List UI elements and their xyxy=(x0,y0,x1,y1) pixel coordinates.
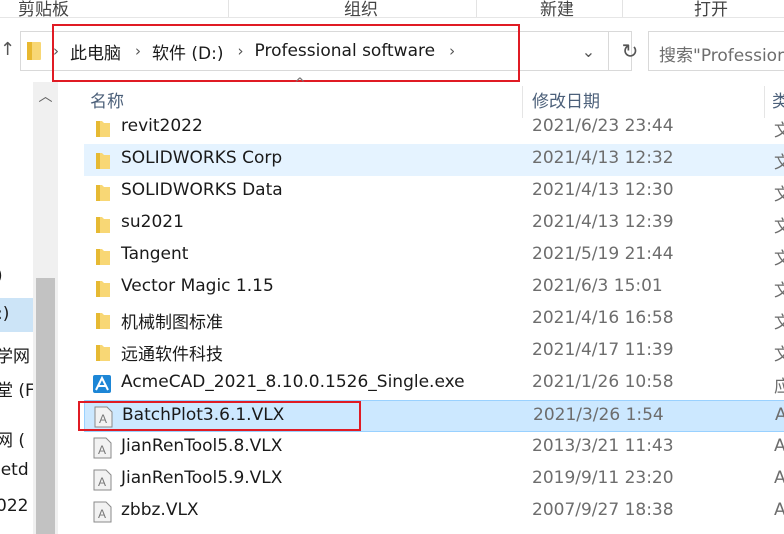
ribbon-group-organize: 组织 xyxy=(344,0,378,18)
folder-icon xyxy=(96,121,110,137)
ribbon-separator xyxy=(476,0,477,17)
folder-icon xyxy=(96,345,110,361)
file-type: 文 xyxy=(774,217,784,237)
ribbon-group-clipboard: 剪贴板 xyxy=(18,0,69,18)
acmecad-app-icon xyxy=(93,375,111,393)
file-modified-date: 2021/6/3 15:01 xyxy=(532,276,663,296)
scroll-up-icon[interactable]: ︿ xyxy=(33,86,58,106)
vlx-file-icon: A xyxy=(93,437,112,459)
file-type: A xyxy=(774,436,784,456)
svg-text:A: A xyxy=(98,475,106,489)
file-modified-date: 2013/3/21 11:43 xyxy=(532,436,674,456)
nav-item[interactable]: ) xyxy=(0,266,3,286)
file-row[interactable]: revit2022 2021/6/23 23:44 文 xyxy=(84,112,784,144)
search-input[interactable]: 搜索"Professional software" xyxy=(648,31,784,71)
nav-item[interactable]: ietd xyxy=(0,460,29,480)
search-placeholder: 搜索"Professional software" xyxy=(659,46,784,66)
address-history-dropdown-icon[interactable]: ⌄ xyxy=(569,32,609,70)
file-modified-date: 2021/4/17 11:39 xyxy=(532,340,674,360)
vlx-file-icon: A xyxy=(93,469,112,491)
file-type: A xyxy=(774,500,784,520)
file-name: SOLIDWORKS Corp xyxy=(121,148,283,168)
file-list: 名称 ^ 修改日期 类型 revit20222021/6/23 23:44文SO… xyxy=(58,76,784,534)
file-name: Tangent xyxy=(121,244,189,264)
file-name: Vector Magic 1.15 xyxy=(121,276,274,296)
file-row[interactable]: AcmeCAD_2021_8.10.0.1526_Single.exe 2021/… xyxy=(84,368,784,400)
file-row[interactable]: 远通软件科技 2021/4/17 11:39 文 xyxy=(84,336,784,368)
file-name: SOLIDWORKS Data xyxy=(121,180,283,200)
file-type: 文 xyxy=(774,185,784,205)
nav-scrollbar[interactable]: ︿ xyxy=(33,82,58,534)
file-modified-date: 2021/1/26 10:58 xyxy=(532,372,674,392)
file-modified-date: 2021/6/23 23:44 xyxy=(532,116,674,136)
file-row[interactable]: SOLIDWORKS Data 2021/4/13 12:30 文 xyxy=(84,176,784,208)
file-modified-date: 2021/4/13 12:30 xyxy=(532,180,674,200)
folder-icon xyxy=(27,42,41,60)
folder-icon xyxy=(96,185,110,201)
file-row[interactable]: Vector Magic 1.15 2021/6/3 15:01 文 xyxy=(84,272,784,304)
folder-icon xyxy=(96,249,110,265)
ribbon-group-open: 打开 xyxy=(694,0,728,18)
scrollbar-thumb[interactable] xyxy=(36,278,55,534)
file-type: 文 xyxy=(774,345,784,365)
file-type: 应 xyxy=(774,377,784,397)
ribbon-group-new: 新建 xyxy=(540,0,574,18)
file-row[interactable]: Tangent 2021/5/19 21:44 文 xyxy=(84,240,784,272)
file-name: su2021 xyxy=(121,212,184,232)
file-type: 文 xyxy=(774,153,784,173)
folder-icon xyxy=(96,217,110,233)
file-row[interactable]: su2021 2021/4/13 12:39 文 xyxy=(84,208,784,240)
file-row[interactable]: 机械制图标准 2021/4/16 16:58 文 xyxy=(84,304,784,336)
nav-item[interactable]: 堂 (F xyxy=(0,376,35,401)
file-name: 远通软件科技 xyxy=(121,345,223,365)
folder-icon xyxy=(96,313,110,329)
file-row[interactable]: Azbbz.VLX 2007/9/27 18:38 A xyxy=(84,496,784,528)
file-row[interactable]: A JianRenTool5.8.VLX 2013/3/21 11:43 A xyxy=(84,432,784,464)
file-name: zbbz.VLX xyxy=(121,500,199,520)
ribbon-separator xyxy=(228,0,229,17)
nav-item[interactable]: 学网 xyxy=(0,342,30,367)
annotation-highlight-box xyxy=(52,24,520,82)
vlx-file-icon: A xyxy=(93,501,112,523)
file-type: 文 xyxy=(774,281,784,301)
folder-icon xyxy=(96,281,110,297)
file-name: JianRenTool5.8.VLX xyxy=(121,436,283,456)
file-type: 文 xyxy=(774,249,784,269)
file-row[interactable]: A JianRenTool5.9.VLX 2019/9/11 23:20 A xyxy=(84,464,784,496)
ribbon-separator xyxy=(622,0,623,17)
navigation-pane: ) :) 学网 堂 (F 网 ( ietd 022 ︿ xyxy=(0,82,58,534)
up-arrow-icon[interactable]: ↑ xyxy=(0,40,15,60)
file-row[interactable]: SOLIDWORKS Corp 2021/4/13 12:32 文 xyxy=(84,144,784,176)
folder-icon xyxy=(96,153,110,169)
nav-item[interactable]: 022 xyxy=(0,496,28,516)
file-modified-date: 2021/4/16 16:58 xyxy=(532,308,674,328)
file-name: JianRenTool5.9.VLX xyxy=(121,468,283,488)
file-modified-date: 2021/4/13 12:39 xyxy=(532,212,674,232)
svg-text:A: A xyxy=(98,507,106,521)
file-type: A xyxy=(775,405,784,425)
ribbon-group-labels: 剪贴板 组织 新建 打开 xyxy=(0,0,784,18)
file-modified-date: 2019/9/11 23:20 xyxy=(532,468,674,488)
nav-item-selected[interactable]: :) xyxy=(0,298,37,332)
nav-item[interactable]: 网 ( xyxy=(0,426,25,451)
annotation-highlight-box xyxy=(78,401,361,431)
file-modified-date: 2021/5/19 21:44 xyxy=(532,244,674,264)
file-name: 机械制图标准 xyxy=(121,313,223,333)
file-modified-date: 2007/9/27 18:38 xyxy=(532,500,674,520)
file-name: AcmeCAD_2021_8.10.0.1526_Single.exe xyxy=(121,372,465,392)
file-type: 文 xyxy=(774,121,784,141)
file-name: revit2022 xyxy=(121,116,203,136)
sort-ascending-icon: ^ xyxy=(294,76,306,92)
file-modified-date: 2021/3/26 1:54 xyxy=(533,405,664,425)
svg-text:A: A xyxy=(98,443,106,457)
file-type: A xyxy=(774,468,784,488)
nav-item-label: :) xyxy=(0,304,10,324)
refresh-icon[interactable]: ↻ xyxy=(610,32,650,70)
file-modified-date: 2021/4/13 12:32 xyxy=(532,148,674,168)
file-type: 文 xyxy=(774,313,784,333)
